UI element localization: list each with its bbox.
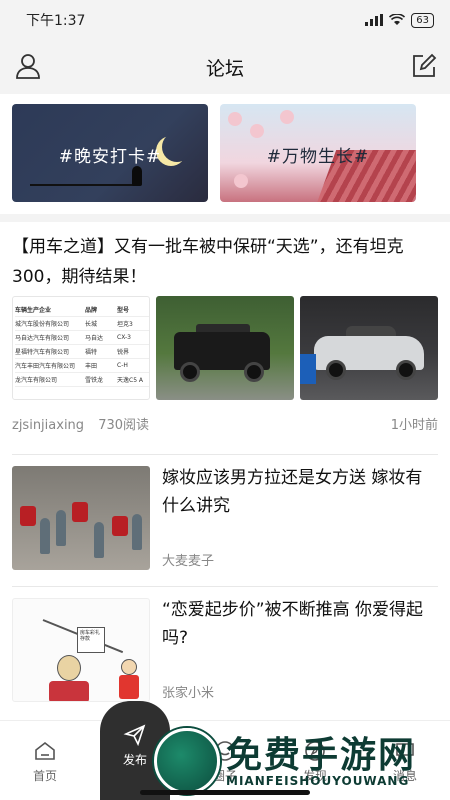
post-title: 嫁妆应该男方拉还是女方送 嫁妆有什么讲究 [162,468,423,516]
sign: 房车彩礼存款 [77,627,105,653]
table-cell: 锐界 [117,349,130,356]
person-figure [56,510,66,546]
table-cell: C-H [117,362,128,369]
signal-icon [365,14,384,26]
compose-button[interactable] [410,52,438,80]
post-card[interactable]: 【用车之道】又有一批车被中保研“天选”，还有坦克300，期待结果！ 车辆生产企业… [0,222,450,454]
tab-label: 发布 [122,753,147,767]
send-icon [123,724,146,747]
post-read-count: 730阅读 [98,418,150,433]
table-cell: 丰田 [85,363,98,370]
table-cell: 天逸C5 A [117,377,144,384]
post-image-crash-test[interactable] [300,296,438,400]
post-meta-left: zjsinjiaxing 730阅读 [12,414,149,434]
wheel [180,362,200,382]
banner-label: #晚安打卡# [58,147,162,167]
post-image-table[interactable]: 车辆生产企业 品牌 型号 城汽车股份有限公司 长城 坦克3 马自达汽车有限公司 … [12,296,150,400]
person-figure [132,514,142,550]
battery-level: 63 [411,12,434,28]
blossom-decoration [280,110,294,124]
top-nav: 论坛 [0,40,450,94]
watermark-subtitle: MIANFEISHOUYOUWANG [226,774,410,788]
post-image-suv[interactable] [156,296,294,400]
table-row: 城汽车股份有限公司 长城 坦克3 [15,317,149,331]
table-cell: 汽车丰田汽车有限公司 [15,363,76,370]
post-title: 【用车之道】又有一批车被中保研“天选”，还有坦克300，期待结果！ [12,237,404,287]
watermark-title: 免费手游网 [226,735,417,776]
person-figure [40,518,50,554]
tab-home[interactable]: 首页 [0,721,90,800]
rail-decoration [30,184,140,186]
post-title: “恋爱起步价”被不断推高 你爱得起吗? [162,600,424,648]
table-row: 马自达汽车有限公司 马自达 CX-3 [15,331,149,345]
post-time: 1小时前 [390,418,438,433]
blossom-decoration [250,124,264,138]
table-cell: 雪铁龙 [85,377,104,384]
post-author[interactable]: zjsinjiaxing [12,418,84,433]
person-figure [94,522,104,558]
status-time: 下午1:37 [26,13,86,29]
wheel [244,362,264,382]
cartoon-person-body [49,681,89,701]
cat-silhouette [132,166,142,186]
table-cell: CX-3 [117,334,131,341]
topic-banners: #晚安打卡# #万物生长# [0,94,450,214]
blossom-decoration [234,174,248,188]
wheel [326,360,346,380]
post-author[interactable]: 张家小米 [162,682,214,701]
post-author[interactable]: 大麦麦子 [162,550,214,569]
wifi-icon [389,14,406,25]
crash-barrier [300,354,316,384]
tab-label: 首页 [32,769,57,783]
post-meta: zjsinjiaxing 730阅读 1小时前 [12,414,438,434]
post-image-cartoon[interactable]: 房车彩礼存款 [12,598,150,702]
post-image-wedding[interactable] [12,466,150,570]
table-cell: 城汽车股份有限公司 [15,321,70,328]
blossom-decoration [228,112,242,126]
home-indicator [140,790,310,795]
table-cell: 长城 [85,321,98,328]
table-header-cell: 型号 [117,307,130,314]
table-header: 车辆生产企业 品牌 型号 [15,303,149,317]
status-icons: 63 [365,12,434,28]
watermark-logo-icon [154,728,220,794]
table-cell: 福特 [85,349,98,356]
table-cell: 星福特汽车有限公司 [15,349,70,356]
post-card[interactable]: 房车彩礼存款 “恋爱起步价”被不断推高 你爱得起吗? 张家小米 [0,586,450,720]
profile-button[interactable] [14,52,42,80]
red-lantern [112,516,128,536]
edit-icon [413,53,437,77]
table-cell: 龙汽车有限公司 [15,377,58,384]
table-cell: 马自达 [85,335,104,342]
user-icon [16,54,40,79]
site-watermark: 免费手游网 MIANFEISHOUYOUWANG [150,722,446,800]
cartoon-person [57,655,81,681]
banner-good-night[interactable]: #晚安打卡# [12,104,208,202]
table-row: 汽车丰田汽车有限公司 丰田 C-H [15,359,149,373]
section-divider [0,214,450,222]
wheel [396,360,416,380]
car-table: 车辆生产企业 品牌 型号 城汽车股份有限公司 长城 坦克3 马自达汽车有限公司 … [15,303,149,387]
banner-spring[interactable]: #万物生长# [220,104,416,202]
cartoon-child [121,659,137,675]
cartoon-child-body [119,675,139,699]
table-header-cell: 品牌 [85,307,98,314]
banner-label: #万物生长# [266,147,370,167]
table-cell: 马自达汽车有限公司 [15,335,70,342]
status-bar: 下午1:37 63 [0,0,450,40]
table-header-cell: 车辆生产企业 [15,307,52,314]
page-title: 论坛 [205,57,244,80]
home-icon [35,741,55,760]
post-card[interactable]: 嫁妆应该男方拉还是女方送 嫁妆有什么讲究 大麦麦子 [0,454,450,586]
red-lantern [20,506,36,526]
red-lantern [72,502,88,522]
table-row: 星福特汽车有限公司 福特 锐界 [15,345,149,359]
table-cell: 坦克3 [117,321,133,328]
table-row: 龙汽车有限公司 雪铁龙 天逸C5 A [15,373,149,387]
